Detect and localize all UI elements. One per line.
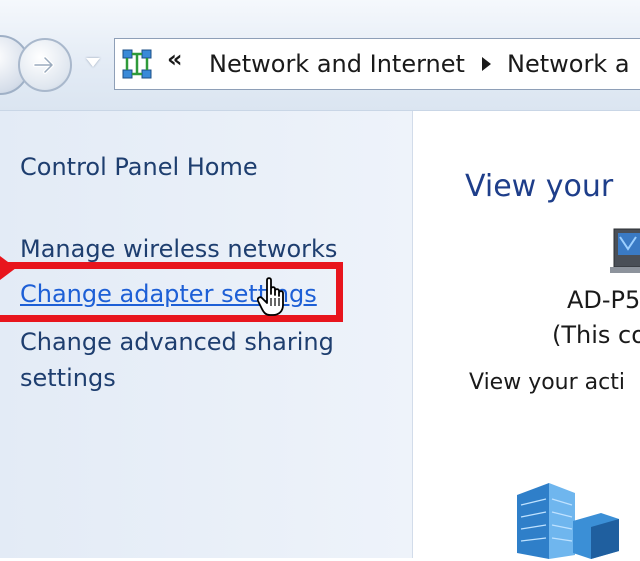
forward-arrow-icon — [33, 56, 54, 74]
breadcrumb-network-sharing[interactable]: Network a — [507, 50, 630, 78]
computer-name: AD-P5 — [567, 286, 640, 314]
breadcrumb-overflow-button[interactable]: « — [167, 45, 183, 73]
change-advanced-sharing-settings-link[interactable]: Change advanced sharing settings — [20, 324, 400, 396]
forward-button[interactable] — [18, 38, 72, 92]
page-title: View your — [465, 169, 614, 204]
computer-icon — [610, 228, 640, 273]
breadcrumb-arrow-icon[interactable] — [482, 57, 491, 71]
main-content: View your AD-P5 (This co View your acti — [413, 111, 640, 559]
computer-label: (This co — [552, 321, 640, 349]
network-building-icon — [517, 483, 619, 559]
annotation-arrow — [0, 256, 16, 280]
control-panel-home-link[interactable]: Control Panel Home — [20, 153, 258, 181]
manage-wireless-networks-link[interactable]: Manage wireless networks — [20, 235, 337, 263]
breadcrumb-network-and-internet[interactable]: Network and Internet — [209, 50, 465, 78]
active-networks-label: View your acti — [469, 370, 625, 395]
navigation-bar: « Network and Internet Network a — [0, 0, 640, 111]
recent-pages-dropdown[interactable] — [86, 58, 100, 67]
address-bar[interactable]: « Network and Internet Network a — [114, 38, 640, 90]
hand-cursor-icon — [257, 277, 284, 316]
task-pane: Control Panel Home Manage wireless netwo… — [0, 111, 413, 558]
network-icon — [122, 49, 152, 79]
